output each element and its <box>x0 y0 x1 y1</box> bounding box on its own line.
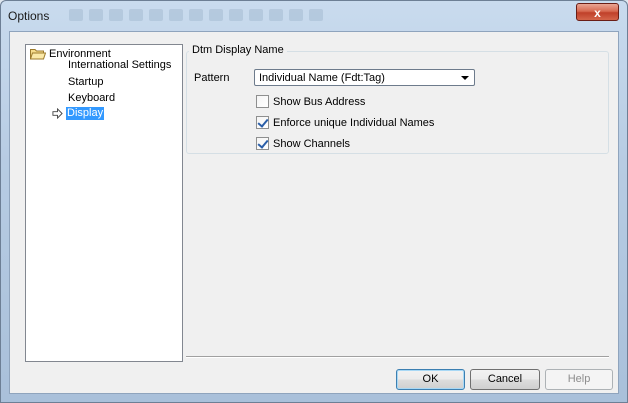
separator <box>186 356 609 358</box>
background-toolbar <box>69 9 323 21</box>
window-title: Options <box>8 9 50 23</box>
tree-item-label: International Settings <box>68 59 172 71</box>
tree-item-label: Keyboard <box>68 92 116 104</box>
tree-item-label: Display <box>66 107 105 120</box>
dtm-display-name-group <box>186 51 609 154</box>
show-bus-address-checkbox[interactable] <box>256 95 269 108</box>
cancel-button[interactable]: Cancel <box>470 369 540 390</box>
tree-item-international-settings[interactable]: International Settings <box>68 59 171 72</box>
ok-button[interactable]: OK <box>396 369 465 390</box>
selected-arrow-icon <box>52 108 63 119</box>
show-channels-checkbox[interactable] <box>256 137 269 150</box>
pattern-select-value: Individual Name (Fdt:Tag) <box>259 72 385 84</box>
dropdown-arrow-icon <box>461 76 469 80</box>
options-tree[interactable]: Environment International Settings Start… <box>25 44 183 362</box>
enforce-unique-names-checkbox[interactable] <box>256 116 269 129</box>
pattern-select[interactable]: Individual Name (Fdt:Tag) <box>254 69 475 86</box>
enforce-unique-names-label[interactable]: Enforce unique Individual Names <box>273 117 434 129</box>
group-title: Dtm Display Name <box>189 44 287 56</box>
close-button[interactable]: x <box>576 3 619 21</box>
open-folder-icon <box>30 49 46 60</box>
tree-item-label: Startup <box>68 76 104 88</box>
show-channels-label[interactable]: Show Channels <box>273 138 350 150</box>
tree-item-startup[interactable]: Startup <box>68 76 103 89</box>
pattern-label: Pattern <box>194 72 230 84</box>
tree-item-keyboard[interactable]: Keyboard <box>68 92 115 105</box>
help-button[interactable]: Help <box>545 369 613 390</box>
show-bus-address-label[interactable]: Show Bus Address <box>273 96 365 108</box>
title-bar[interactable]: Options x <box>1 1 627 31</box>
